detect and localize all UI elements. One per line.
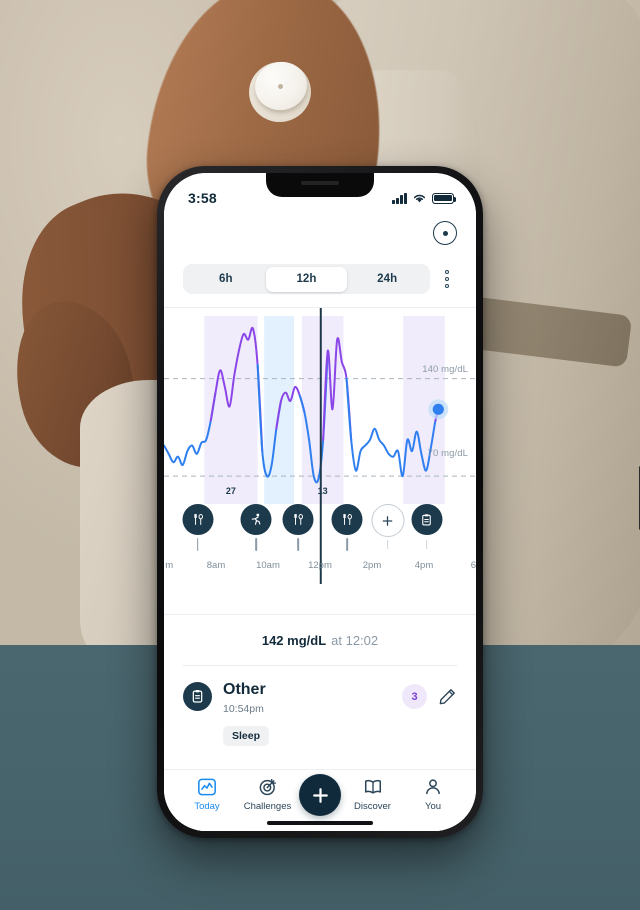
bottom-navigation: Today Challenges Discover You [164, 769, 476, 831]
tab-discover[interactable]: Discover [344, 777, 402, 812]
axis-tick-6: 6 [470, 560, 476, 571]
tab-today-label: Today [194, 801, 220, 812]
event-marker-meal-icon-2[interactable] [282, 504, 314, 535]
event-stem-4 [386, 540, 389, 549]
reading-value: 142 mg/dL [261, 632, 327, 648]
axis-tick-3: 12pm [308, 560, 332, 571]
log-entry-time: 10:54pm [223, 703, 264, 716]
event-stem-5 [425, 540, 428, 549]
axis-tick-0: m [165, 560, 174, 571]
clipboard-icon [183, 682, 212, 711]
time-axis: m 8am 10am 12pm 2pm 4pm 6 [164, 560, 476, 582]
person-icon [426, 779, 440, 795]
tab-discover-label: Discover [354, 801, 391, 812]
cgm-sensor-center-dot [278, 84, 283, 89]
current-reading: 142 mg/dL at 12:02 [164, 615, 476, 665]
band-value-2: 13 [317, 486, 328, 496]
home-indicator [267, 820, 373, 825]
kebab-menu-icon[interactable] [434, 264, 460, 294]
axis-tick-5: 4pm [414, 560, 434, 571]
tab-you[interactable]: You [404, 777, 462, 812]
cellular-signal-icon [392, 192, 407, 204]
add-entry-fab[interactable] [299, 774, 341, 816]
book-icon [364, 779, 381, 794]
event-stem-1 [255, 538, 258, 551]
axis-tick-1: 8am [206, 560, 226, 571]
range-option-12h[interactable]: 12h [266, 266, 347, 292]
event-marker-note-icon-5[interactable] [411, 504, 443, 535]
log-entry-actions: 3 [402, 684, 457, 709]
wifi-icon [413, 194, 426, 203]
log-entry-badge: 3 [402, 684, 427, 709]
phone-screen: 3:58 6h 12h 24h 140 mg/dL 70 mg/dL 27 13… [164, 173, 476, 831]
event-stem-2 [297, 538, 299, 551]
event-marker-meal-icon-0[interactable] [182, 504, 214, 535]
battery-icon [432, 192, 457, 204]
glucose-chart[interactable]: 140 mg/dL 70 mg/dL 27 13 m 8am 10am 12pm 2pm 4… [164, 307, 476, 615]
plus-icon [312, 787, 328, 803]
event-stem-0 [196, 538, 199, 551]
earpiece-speaker [301, 181, 339, 185]
log-entry-title: Other [223, 681, 266, 698]
tab-challenges-label: Challenges [243, 801, 292, 812]
threshold-label-low: 70 mg/dL [427, 448, 468, 459]
status-indicators [392, 192, 457, 204]
chart-controls-row: 6h 12h 24h [164, 259, 476, 299]
range-option-24h[interactable]: 24h [347, 267, 428, 292]
chart-line-icon [198, 778, 216, 796]
event-marker-activity-icon-1[interactable] [240, 504, 272, 535]
event-stem-3 [346, 538, 349, 551]
event-marker-add-event-icon-4[interactable] [371, 504, 405, 537]
tab-challenges[interactable]: Challenges [239, 777, 297, 812]
range-option-6h[interactable]: 6h [186, 267, 267, 292]
phone-device: 3:58 6h 12h 24h 140 mg/dL 70 mg/dL 27 13… [157, 166, 640, 838]
event-marker-meal-icon-3[interactable] [331, 504, 363, 535]
axis-tick-4: 2pm [362, 560, 382, 571]
axis-tick-2: 10am [256, 560, 280, 571]
sensor-target-icon[interactable] [433, 221, 457, 245]
device-notch [266, 173, 374, 197]
log-entry-list: Other 10:54pm Sleep 3 [164, 666, 476, 769]
time-range-selector[interactable]: 6h 12h 24h [183, 264, 430, 294]
tab-today[interactable]: Today [178, 777, 236, 812]
log-entry-other[interactable]: Other 10:54pm Sleep 3 [183, 681, 457, 747]
band-value-0: 27 [225, 486, 236, 496]
event-markers [164, 504, 476, 556]
log-entry-tag: Sleep [223, 726, 270, 747]
log-entry-details: Other 10:54pm Sleep [223, 681, 402, 747]
target-icon [259, 778, 276, 796]
pencil-icon[interactable] [438, 687, 457, 706]
tab-you-label: You [424, 801, 442, 812]
app-content: 6h 12h 24h 140 mg/dL 70 mg/dL 27 13 m 8am 1… [164, 173, 476, 831]
reading-time: at 12:02 [331, 632, 379, 648]
sensor-status-row [164, 215, 476, 259]
status-time: 3:58 [188, 190, 217, 206]
threshold-label-high: 140 mg/dL [422, 364, 468, 375]
